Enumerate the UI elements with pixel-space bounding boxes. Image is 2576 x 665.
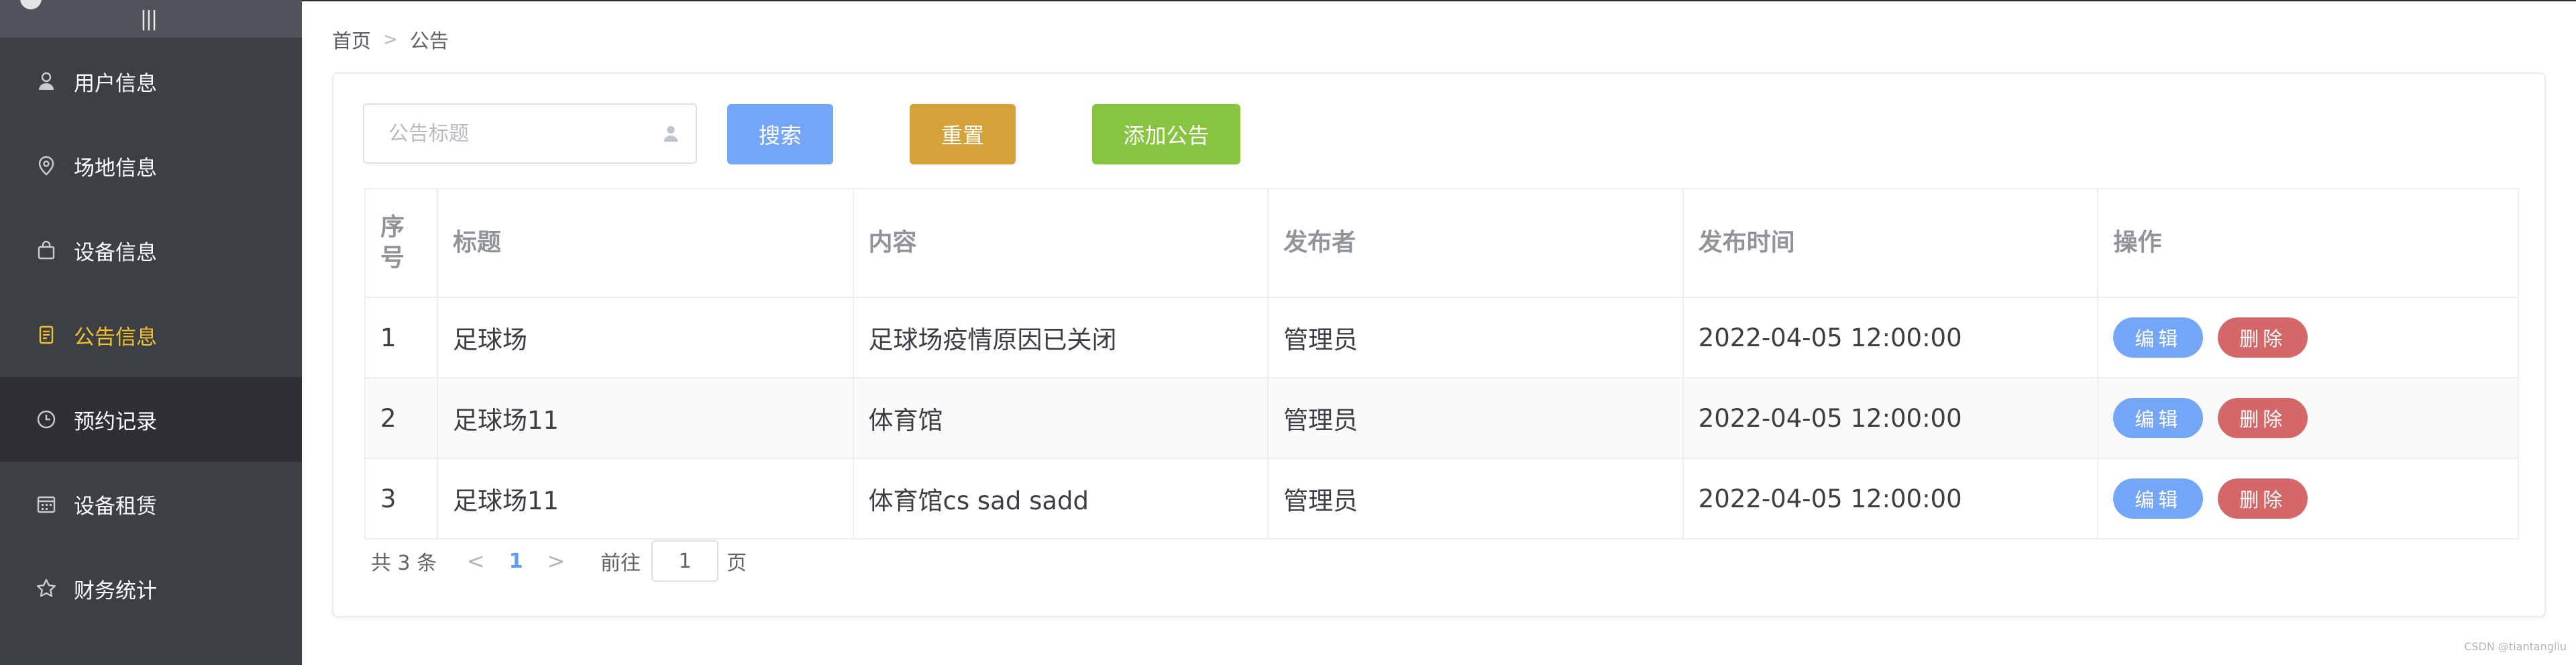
cell-index: 3 [364,458,438,540]
breadcrumb: 首页 > 公告 [332,25,449,54]
cell-title: 足球场11 [436,458,854,540]
search-button[interactable]: 搜索 [727,104,833,164]
cell-content: 足球场疫情原因已关闭 [852,297,1269,378]
table-row: 2 足球场11 体育馆 管理员 2022-04-05 12:00:00 编辑 删除 [364,377,2519,459]
cell-index: 1 [364,297,438,378]
location-icon [35,154,58,177]
document-icon [35,323,58,346]
delete-button[interactable]: 删除 [2218,398,2308,438]
user-icon [35,70,58,93]
sidebar-item-label: 财务统计 [74,578,157,603]
edit-button[interactable]: 编辑 [2113,478,2204,519]
sidebar-item-label: 场地信息 [74,156,157,181]
column-header-content: 内容 [852,188,1269,298]
column-header-author: 发布者 [1267,188,1684,298]
page-number[interactable]: 1 [489,550,543,573]
cell-title: 足球场 [436,297,854,378]
delete-button[interactable]: 删除 [2218,317,2308,358]
search-input[interactable] [388,121,657,146]
search-field[interactable] [363,103,697,164]
star-icon [35,577,58,600]
column-header-time: 发布时间 [1682,188,2099,298]
notice-table: 序号 标题 内容 发布者 发布时间 操作 1 足球场 足球场疫情原因已关闭 管理… [364,188,2519,540]
sidebar: ||| 用户信息 场地信息 设备信息 公告信息 预约记录 设备租赁 财务统计 [0,0,302,665]
breadcrumb-home-link[interactable]: 首页 [332,25,371,54]
top-border [302,0,2576,1]
reset-button[interactable]: 重置 [910,104,1016,164]
cell-author: 管理员 [1267,297,1684,378]
sidebar-item-label: 设备信息 [74,240,157,265]
cell-title: 足球场11 [436,377,854,459]
table-header: 序号 标题 内容 发布者 发布时间 操作 [364,188,2519,298]
sidebar-item-venue-info[interactable]: 场地信息 [0,123,302,208]
calendar-icon [35,493,58,515]
cell-ops: 编辑 删除 [2097,297,2519,378]
pagination-total: 共 3 条 [371,552,437,575]
cell-time: 2022-04-05 12:00:00 [1682,377,2099,459]
column-header-index: 序号 [364,188,438,298]
breadcrumb-current: 公告 [409,30,449,52]
user-icon [663,125,678,142]
sidebar-item-user-info[interactable]: 用户信息 [0,39,302,123]
sidebar-item-booking-records[interactable]: 预约记录 [0,377,302,462]
sidebar-menu: 用户信息 场地信息 设备信息 公告信息 预约记录 设备租赁 财务统计 [0,39,302,631]
sidebar-item-label: 预约记录 [74,409,157,434]
app-root: ||| 用户信息 场地信息 设备信息 公告信息 预约记录 设备租赁 财务统计 首… [0,0,2576,665]
column-header-title: 标题 [436,188,854,298]
bag-icon [35,239,58,262]
edit-button[interactable]: 编辑 [2113,317,2204,358]
cell-ops: 编辑 删除 [2097,377,2519,459]
logo-icon [20,0,42,9]
cell-author: 管理员 [1267,377,1684,459]
cell-time: 2022-04-05 12:00:00 [1682,458,2099,540]
goto-unit-label: 页 [727,552,747,575]
watermark: CSDN @tiantangliu [2464,640,2567,653]
pagination: 共 3 条 < 1 > 前往 页 [371,540,747,582]
cell-content: 体育馆cs sad sadd [852,458,1269,540]
cell-time: 2022-04-05 12:00:00 [1682,297,2099,378]
sidebar-header: ||| [0,0,302,38]
add-notice-button[interactable]: 添加公告 [1092,104,1240,164]
table-row: 1 足球场 足球场疫情原因已关闭 管理员 2022-04-05 12:00:00… [364,297,2519,378]
breadcrumb-separator-icon: > [383,30,398,50]
edit-button[interactable]: 编辑 [2113,398,2204,438]
goto-label: 前往 [600,552,641,575]
table-row: 3 足球场11 体育馆cs sad sadd 管理员 2022-04-05 12… [364,458,2519,540]
sidebar-item-equipment-rental[interactable]: 设备租赁 [0,462,302,546]
column-header-ops: 操作 [2097,188,2519,298]
sidebar-item-label: 设备租赁 [74,494,157,519]
cell-content: 体育馆 [852,377,1269,459]
cell-author: 管理员 [1267,458,1684,540]
sidebar-item-label: 用户信息 [74,71,157,96]
cell-ops: 编辑 删除 [2097,458,2519,540]
clock-icon [35,408,58,431]
sidebar-item-equipment-info[interactable]: 设备信息 [0,208,302,293]
prev-page-icon[interactable]: < [462,548,489,574]
notice-card: 搜索 重置 添加公告 序号 标题 内容 发布者 发布时间 操作 1 足球场 足球… [332,72,2546,617]
sidebar-item-notice-info[interactable]: 公告信息 [0,293,302,377]
sidebar-item-label: 公告信息 [74,325,157,350]
cell-index: 2 [364,377,438,459]
goto-page-input[interactable] [651,540,719,582]
delete-button[interactable]: 删除 [2218,478,2308,519]
sidebar-item-finance-stats[interactable]: 财务统计 [0,546,302,631]
collapse-menu-icon[interactable]: ||| [138,9,158,30]
next-page-icon[interactable]: > [543,548,570,574]
